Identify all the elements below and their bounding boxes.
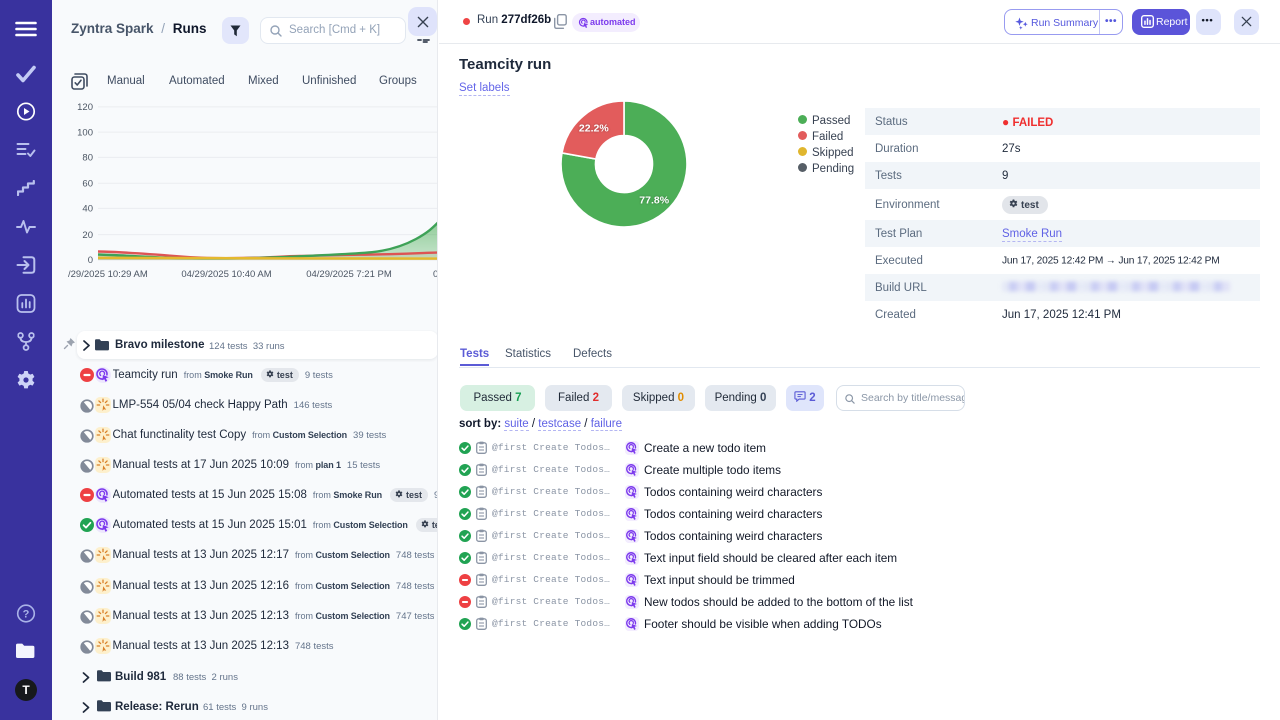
svg-text:?: ?: [23, 608, 30, 620]
svg-text:0: 0: [88, 255, 93, 266]
svg-text:04/29/2025 7:21 PM: 04/29/2025 7:21 PM: [306, 269, 392, 280]
svg-text:22.2%: 22.2%: [579, 123, 609, 135]
svg-text:04/29/2025 10:40 AM: 04/29/2025 10:40 AM: [181, 269, 271, 280]
svg-text:100: 100: [77, 127, 93, 138]
svg-text:04/29/2025: 04/29/2025: [433, 269, 438, 280]
svg-text:20: 20: [82, 230, 93, 241]
svg-text:/29/2025 10:29 AM: /29/2025 10:29 AM: [68, 269, 148, 280]
svg-text:40: 40: [82, 204, 93, 215]
svg-text:80: 80: [82, 153, 93, 164]
svg-text:60: 60: [82, 178, 93, 189]
svg-text:77.8%: 77.8%: [639, 195, 669, 207]
svg-text:120: 120: [77, 102, 93, 113]
